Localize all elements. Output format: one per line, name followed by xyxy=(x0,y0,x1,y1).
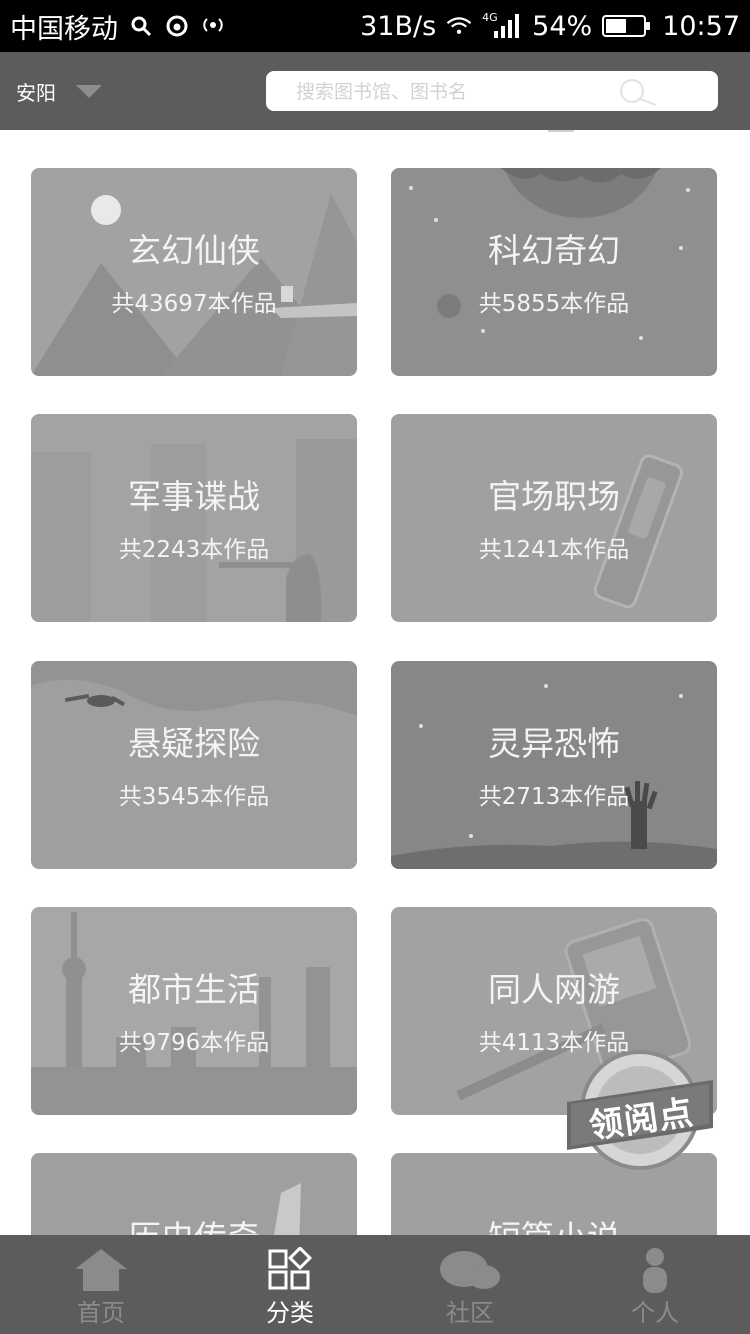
battery-icon xyxy=(602,15,651,37)
category-title: 悬疑探险 xyxy=(128,724,260,763)
city-soldier-illustration xyxy=(31,439,357,622)
hotspot-icon xyxy=(200,13,226,39)
search-icon[interactable] xyxy=(614,77,660,111)
tab-home[interactable]: 首页 xyxy=(36,1235,166,1334)
home-icon xyxy=(73,1247,129,1295)
category-title: 灵异恐怖 xyxy=(488,724,620,763)
search-box[interactable] xyxy=(266,71,718,113)
tab-profile[interactable]: 个人 xyxy=(590,1235,720,1334)
category-title: 都市生活 xyxy=(128,970,260,1009)
city-label: 安阳 xyxy=(16,80,56,105)
tab-label: 分类 xyxy=(266,1299,314,1327)
category-count: 共43697本作品 xyxy=(111,291,277,317)
battery-percent: 54% xyxy=(532,10,593,42)
category-card-xuanyi[interactable]: 悬疑探险 共3545本作品 xyxy=(31,661,357,869)
category-card-lingyi[interactable]: 灵异恐怖 共2713本作品 xyxy=(391,661,717,869)
carrier-label: 中国移动 xyxy=(10,13,118,45)
scroll-indicator xyxy=(548,130,574,132)
dropdown-caret-icon xyxy=(76,84,102,98)
skyline-illustration xyxy=(31,912,357,1115)
clock: 10:57 xyxy=(662,10,740,42)
category-count: 共5855本作品 xyxy=(478,291,630,317)
category-card-kehuan[interactable]: 科幻奇幻 共5855本作品 xyxy=(391,168,717,376)
category-title: 玄幻仙侠 xyxy=(128,231,260,270)
category-title: 军事谍战 xyxy=(128,477,260,516)
community-icon xyxy=(438,1247,502,1295)
signal-icon: 4G xyxy=(482,11,522,39)
search-icon xyxy=(128,13,154,39)
city-selector[interactable]: 安阳 xyxy=(16,52,102,130)
category-card-dushi[interactable]: 都市生活 共9796本作品 xyxy=(31,907,357,1115)
fantasy-mountain-illustration xyxy=(31,193,357,376)
person-icon xyxy=(640,1247,670,1297)
bottom-tab-bar: 首页 分类 社区 个人 xyxy=(0,1235,750,1334)
top-header: 安阳 xyxy=(0,52,750,130)
tab-category[interactable]: 分类 xyxy=(225,1235,355,1334)
tab-label: 首页 xyxy=(77,1299,125,1327)
category-count: 共9796本作品 xyxy=(118,1030,270,1056)
net-speed: 31B/s xyxy=(360,10,437,42)
category-card-junshi[interactable]: 军事谍战 共2243本作品 xyxy=(31,414,357,622)
tab-label: 个人 xyxy=(631,1299,679,1327)
weibo-icon xyxy=(164,13,190,39)
category-title: 同人网游 xyxy=(488,970,620,1009)
category-icon xyxy=(267,1245,313,1295)
wifi-icon xyxy=(446,13,472,39)
space-planet-illustration xyxy=(409,168,690,340)
category-card-xuanhuan[interactable]: 玄幻仙侠 共43697本作品 xyxy=(31,168,357,376)
category-count: 共3545本作品 xyxy=(118,784,270,810)
category-count: 共1241本作品 xyxy=(478,537,630,563)
status-bar: 中国移动 31B/s 4G 54% 10:57 xyxy=(0,0,750,52)
reward-badge[interactable]: 领阅点 xyxy=(565,1040,715,1180)
category-title: 科幻奇幻 xyxy=(488,231,620,270)
diver-illustration xyxy=(31,661,357,716)
category-title: 官场职场 xyxy=(488,477,620,516)
category-count: 共2713本作品 xyxy=(478,784,630,810)
search-input[interactable] xyxy=(294,71,618,113)
pen-illustration xyxy=(593,454,683,609)
zombie-hand-illustration xyxy=(391,684,717,869)
tab-label: 社区 xyxy=(446,1299,494,1327)
category-count: 共2243本作品 xyxy=(118,537,270,563)
tab-community[interactable]: 社区 xyxy=(405,1235,535,1334)
category-card-guanchang[interactable]: 官场职场 共1241本作品 xyxy=(391,414,717,622)
